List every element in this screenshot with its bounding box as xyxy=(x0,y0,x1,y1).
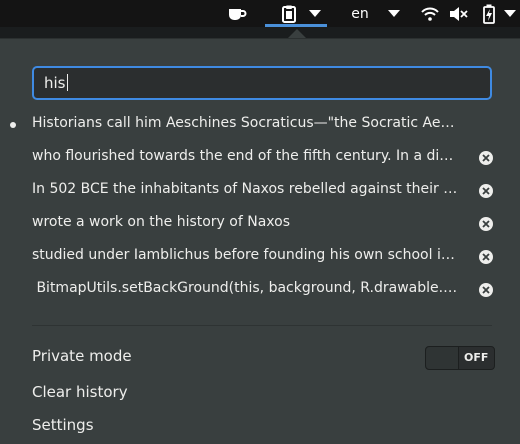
clear-history-menu-item[interactable]: Clear history xyxy=(32,383,128,401)
clipboard-history-popover: his Historians call him Aeschines Socrat… xyxy=(0,38,520,444)
settings-menu-item[interactable]: Settings xyxy=(32,416,94,434)
history-item[interactable]: In 502 BCE the inhabitants of Naxos rebe… xyxy=(0,174,520,207)
history-item-text: In 502 BCE the inhabitants of Naxos rebe… xyxy=(32,181,460,197)
history-item[interactable]: BitmapUtils.setBackGround(this, backgrou… xyxy=(0,273,520,306)
active-indicator xyxy=(265,24,327,27)
dropdown-arrow-icon[interactable] xyxy=(306,0,324,27)
remove-item-button[interactable] xyxy=(479,283,493,297)
private-mode-toggle[interactable]: OFF xyxy=(425,346,495,370)
close-icon xyxy=(482,220,490,228)
private-mode-label: Private mode xyxy=(32,347,132,365)
active-item-bullet-icon xyxy=(10,122,16,128)
history-item-text: Historians call him Aeschines Socraticus… xyxy=(32,115,460,131)
chevron-down-icon[interactable] xyxy=(386,0,402,27)
history-item[interactable]: Historians call him Aeschines Socraticus… xyxy=(0,108,520,141)
battery-charging-icon[interactable] xyxy=(478,0,500,27)
wifi-icon[interactable] xyxy=(418,0,442,27)
toggle-state-label: OFF xyxy=(464,351,489,364)
coffee-cup-icon[interactable] xyxy=(222,0,252,27)
close-icon xyxy=(482,286,490,294)
history-item[interactable]: wrote a work on the history of Naxos xyxy=(0,207,520,240)
clipboard-icon[interactable] xyxy=(277,0,301,27)
history-item-text: studied under Iamblichus before founding… xyxy=(32,247,460,263)
history-item[interactable]: who flourished towards the end of the fi… xyxy=(0,141,520,174)
remove-item-button[interactable] xyxy=(479,250,493,264)
close-icon xyxy=(482,154,490,162)
text-caret xyxy=(66,74,68,91)
chevron-down-icon[interactable] xyxy=(502,0,518,27)
search-input[interactable]: his xyxy=(32,66,492,100)
toggle-knob xyxy=(426,347,459,369)
history-item-text: BitmapUtils.setBackGround(this, backgrou… xyxy=(36,280,460,296)
menu-separator xyxy=(32,325,492,326)
volume-muted-icon[interactable] xyxy=(447,0,471,27)
remove-item-button[interactable] xyxy=(479,217,493,231)
history-item[interactable]: studied under Iamblichus before founding… xyxy=(0,240,520,273)
close-icon xyxy=(482,253,490,261)
search-input-value: his xyxy=(44,74,68,92)
history-item-text: wrote a work on the history of Naxos xyxy=(32,214,291,230)
close-icon xyxy=(482,187,490,195)
remove-item-button[interactable] xyxy=(479,151,493,165)
top-bar: en xyxy=(0,0,520,27)
history-item-text: who flourished towards the end of the fi… xyxy=(32,148,460,164)
remove-item-button[interactable] xyxy=(479,184,493,198)
language-indicator[interactable]: en xyxy=(345,0,375,27)
